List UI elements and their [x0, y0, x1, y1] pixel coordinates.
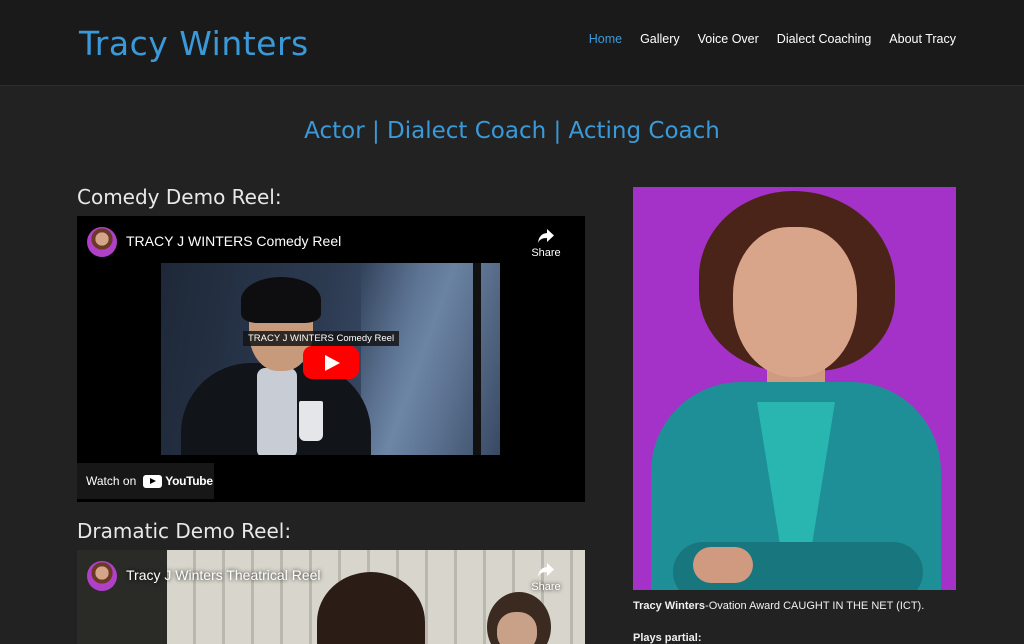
thumbnail-cup [299, 401, 323, 441]
share-button[interactable]: Share [529, 228, 563, 259]
comedy-reel-heading: Comedy Demo Reel: [77, 185, 282, 209]
thumbnail-person-hair [241, 277, 321, 323]
dramatic-reel-heading: Dramatic Demo Reel: [77, 519, 292, 543]
headshot-photo [633, 187, 956, 590]
site-header: Tracy Winters Home Gallery Voice Over Di… [0, 0, 1024, 86]
comedy-reel-video[interactable]: TRACY J WINTERS Comedy Reel Share TRACY … [77, 216, 585, 502]
thumbnail-caption: TRACY J WINTERS Comedy Reel [243, 331, 400, 346]
nav-home[interactable]: Home [589, 32, 622, 46]
share-label: Share [531, 247, 561, 259]
photo-hand [693, 547, 753, 583]
nav-dialect-coaching[interactable]: Dialect Coaching [777, 32, 872, 46]
main-nav: Home Gallery Voice Over Dialect Coaching… [589, 32, 956, 46]
plays-heading: Plays partial: [633, 632, 702, 644]
video-title[interactable]: TRACY J WINTERS Comedy Reel [126, 233, 341, 249]
thumbnail-pole [473, 263, 481, 455]
dramatic-reel-video[interactable]: Tracy J Winters Theatrical Reel Share [77, 550, 585, 644]
watch-on-youtube-button[interactable]: Watch on YouTube [77, 463, 214, 499]
bio-name: Tracy Winters [633, 600, 706, 612]
watch-on-label: Watch on [86, 474, 137, 488]
share-arrow-icon [538, 229, 554, 243]
scene-person-2-face [497, 612, 537, 644]
youtube-logo-icon: YouTube [143, 474, 213, 488]
bio-text: -Ovation Award CAUGHT IN THE NET (ICT). [705, 600, 925, 612]
share-button[interactable]: Share [529, 562, 563, 593]
photo-face [733, 227, 857, 377]
channel-avatar[interactable] [87, 561, 117, 591]
play-icon[interactable] [303, 346, 359, 379]
video-title[interactable]: Tracy J Winters Theatrical Reel [126, 567, 321, 583]
thumbnail-person-shirt [257, 368, 297, 455]
nav-gallery[interactable]: Gallery [640, 32, 680, 46]
site-title[interactable]: Tracy Winters [79, 24, 309, 63]
nav-about-tracy[interactable]: About Tracy [889, 32, 956, 46]
youtube-mark-icon [143, 474, 163, 488]
channel-avatar[interactable] [87, 227, 117, 257]
bio-line: Tracy Winters-Ovation Award CAUGHT IN TH… [633, 600, 924, 612]
share-arrow-icon [538, 563, 554, 577]
nav-voice-over[interactable]: Voice Over [698, 32, 759, 46]
youtube-wordmark: YouTube [165, 474, 213, 488]
tagline: Actor | Dialect Coach | Acting Coach [304, 118, 720, 144]
share-label: Share [531, 581, 561, 593]
